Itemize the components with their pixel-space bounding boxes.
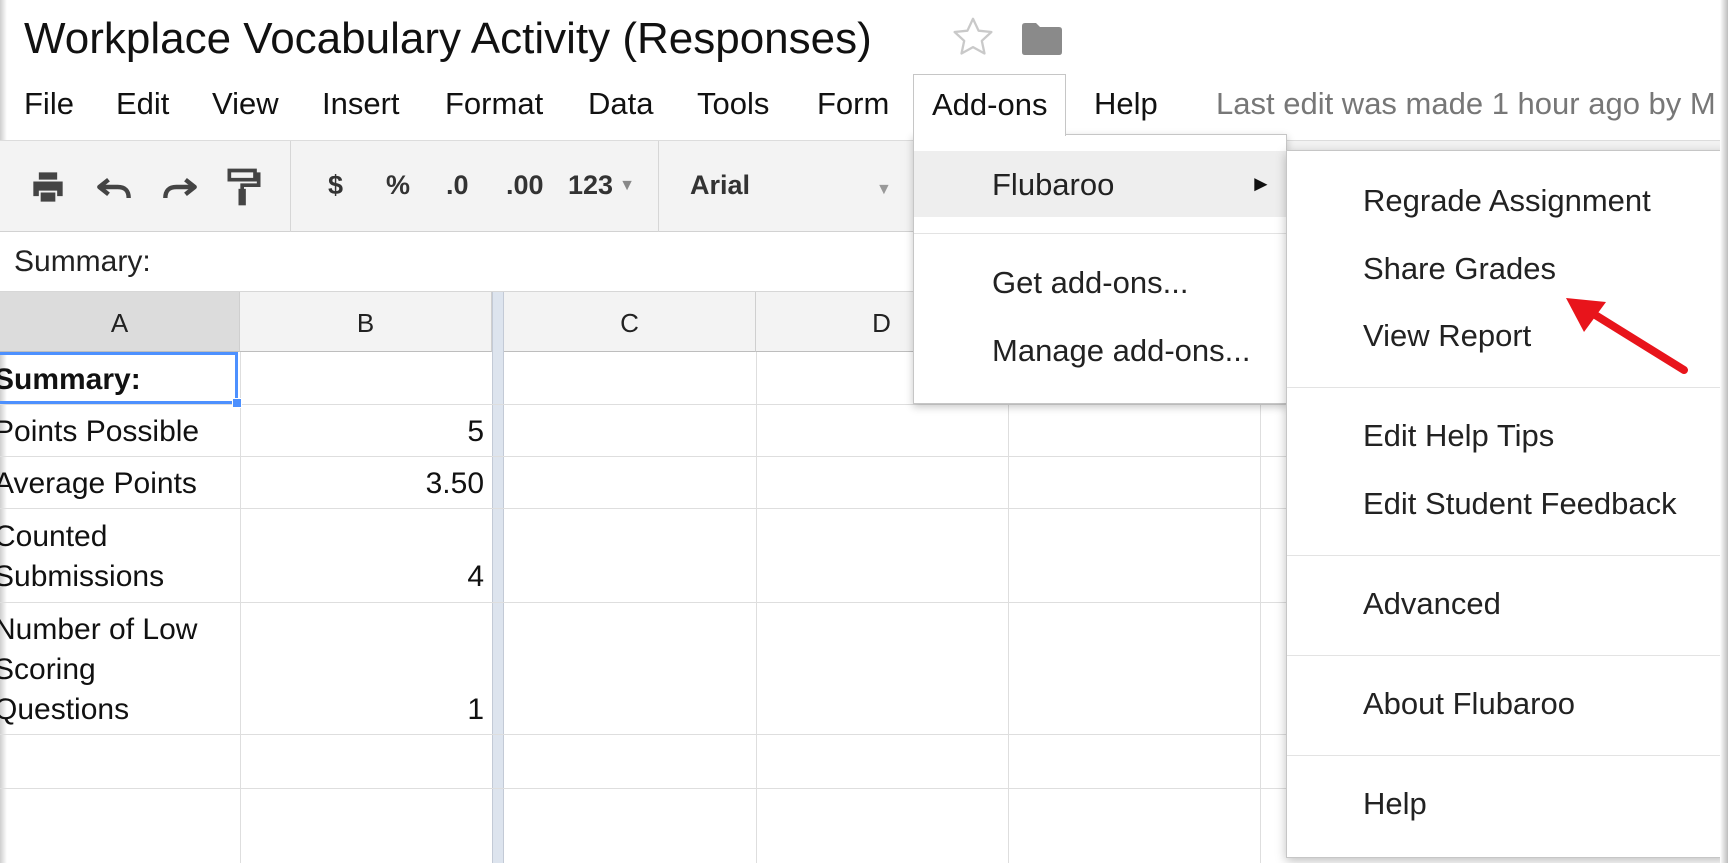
column-header-b[interactable]: B bbox=[240, 292, 492, 352]
toolbar-separator bbox=[658, 141, 659, 233]
menu-item-get-addons[interactable]: Get add-ons... bbox=[992, 265, 1188, 301]
paint-format-icon[interactable] bbox=[222, 165, 266, 209]
print-icon[interactable] bbox=[26, 165, 70, 209]
submenu-arrow-icon: ► bbox=[1250, 171, 1272, 196]
menu-item-edit-help-tips[interactable]: Edit Help Tips bbox=[1363, 418, 1554, 454]
row-gridline bbox=[0, 602, 1290, 603]
row-gridline bbox=[0, 508, 1290, 509]
menu-insert[interactable]: Insert bbox=[322, 86, 400, 122]
menu-help[interactable]: Help bbox=[1094, 86, 1158, 122]
frozen-column-divider[interactable] bbox=[492, 292, 504, 863]
redo-icon[interactable] bbox=[158, 165, 202, 209]
column-gridline bbox=[1260, 352, 1261, 863]
cell-a4-line1[interactable]: Counted bbox=[0, 517, 107, 557]
addons-dropdown: Flubaroo ► Get add-ons... Manage add-ons… bbox=[913, 134, 1287, 404]
menu-bar: File Edit View Insert Format Data Tools … bbox=[0, 72, 1728, 136]
cell-b2[interactable]: 5 bbox=[240, 412, 484, 452]
row-gridline bbox=[0, 404, 1290, 405]
folder-icon[interactable] bbox=[1021, 22, 1063, 56]
cell-b3[interactable]: 3.50 bbox=[240, 464, 484, 504]
menu-form[interactable]: Form bbox=[817, 86, 889, 122]
formula-input[interactable]: Summary: bbox=[14, 245, 151, 279]
fill-handle[interactable] bbox=[232, 398, 242, 408]
menu-item-about-flubaroo[interactable]: About Flubaroo bbox=[1363, 686, 1575, 722]
menu-item-help[interactable]: Help bbox=[1363, 786, 1427, 822]
last-edit-status[interactable]: Last edit was made 1 hour ago by M bbox=[1216, 86, 1716, 122]
spreadsheet-window: Workplace Vocabulary Activity (Responses… bbox=[0, 0, 1728, 863]
menu-addons[interactable]: Add-ons bbox=[913, 74, 1067, 136]
menu-edit[interactable]: Edit bbox=[116, 86, 169, 122]
row-gridline bbox=[0, 788, 1290, 789]
currency-format-button[interactable]: $ bbox=[328, 170, 343, 201]
menu-data[interactable]: Data bbox=[588, 86, 653, 122]
menu-separator bbox=[1287, 755, 1727, 756]
number-format-button[interactable]: 123 ▼ bbox=[568, 170, 635, 201]
cell-b4[interactable]: 4 bbox=[240, 557, 484, 597]
undo-icon[interactable] bbox=[92, 165, 136, 209]
annotation-arrow-icon bbox=[1566, 298, 1688, 374]
menu-separator bbox=[1287, 655, 1727, 656]
cell-a5-line1[interactable]: Number of Low bbox=[0, 610, 197, 650]
cell-selection bbox=[0, 352, 238, 404]
number-format-label: 123 bbox=[568, 170, 614, 200]
menu-item-flubaroo[interactable]: Flubaroo bbox=[992, 167, 1114, 203]
column-header-c[interactable]: C bbox=[504, 292, 756, 352]
row-gridline bbox=[0, 456, 1290, 457]
chevron-down-icon: ▼ bbox=[619, 177, 635, 194]
toolbar-separator bbox=[290, 141, 291, 233]
menu-item-edit-student-feedback[interactable]: Edit Student Feedback bbox=[1363, 486, 1677, 522]
menu-tools[interactable]: Tools bbox=[697, 86, 769, 122]
increase-decimal-button[interactable]: .00 bbox=[506, 170, 544, 201]
menu-separator bbox=[1287, 555, 1727, 556]
chevron-down-icon: ▼ bbox=[876, 181, 892, 198]
right-shadow bbox=[1720, 0, 1728, 863]
row-gridline bbox=[0, 734, 1290, 735]
menu-item-advanced[interactable]: Advanced bbox=[1363, 586, 1501, 622]
cell-a5-line3[interactable]: Questions bbox=[0, 690, 129, 730]
menu-separator bbox=[1287, 387, 1727, 388]
star-icon[interactable] bbox=[950, 14, 996, 60]
menu-separator bbox=[914, 233, 1286, 234]
menu-item-share-grades[interactable]: Share Grades bbox=[1363, 251, 1556, 287]
cell-a4-line2[interactable]: Submissions bbox=[0, 557, 164, 597]
column-gridline bbox=[756, 352, 757, 863]
cell-a2[interactable]: Points Possible bbox=[0, 412, 199, 452]
column-header-a[interactable]: A bbox=[0, 292, 240, 352]
decrease-decimal-button[interactable]: .0 bbox=[446, 170, 469, 201]
menu-item-view-report[interactable]: View Report bbox=[1363, 318, 1531, 354]
menu-item-regrade-assignment[interactable]: Regrade Assignment bbox=[1363, 183, 1651, 219]
percent-format-button[interactable]: % bbox=[386, 170, 410, 201]
column-gridline bbox=[1008, 352, 1009, 863]
font-family-select[interactable]: Arial bbox=[690, 170, 750, 201]
menu-item-manage-addons[interactable]: Manage add-ons... bbox=[992, 333, 1251, 369]
cell-a3[interactable]: Average Points bbox=[0, 464, 197, 504]
cell-a5-line2[interactable]: Scoring bbox=[0, 650, 96, 690]
menu-format[interactable]: Format bbox=[445, 86, 543, 122]
document-title[interactable]: Workplace Vocabulary Activity (Responses… bbox=[24, 14, 872, 64]
cell-b5[interactable]: 1 bbox=[240, 690, 484, 730]
flubaroo-submenu: Regrade Assignment Share Grades View Rep… bbox=[1286, 150, 1728, 858]
menu-file[interactable]: File bbox=[24, 86, 74, 122]
menu-view[interactable]: View bbox=[212, 86, 279, 122]
